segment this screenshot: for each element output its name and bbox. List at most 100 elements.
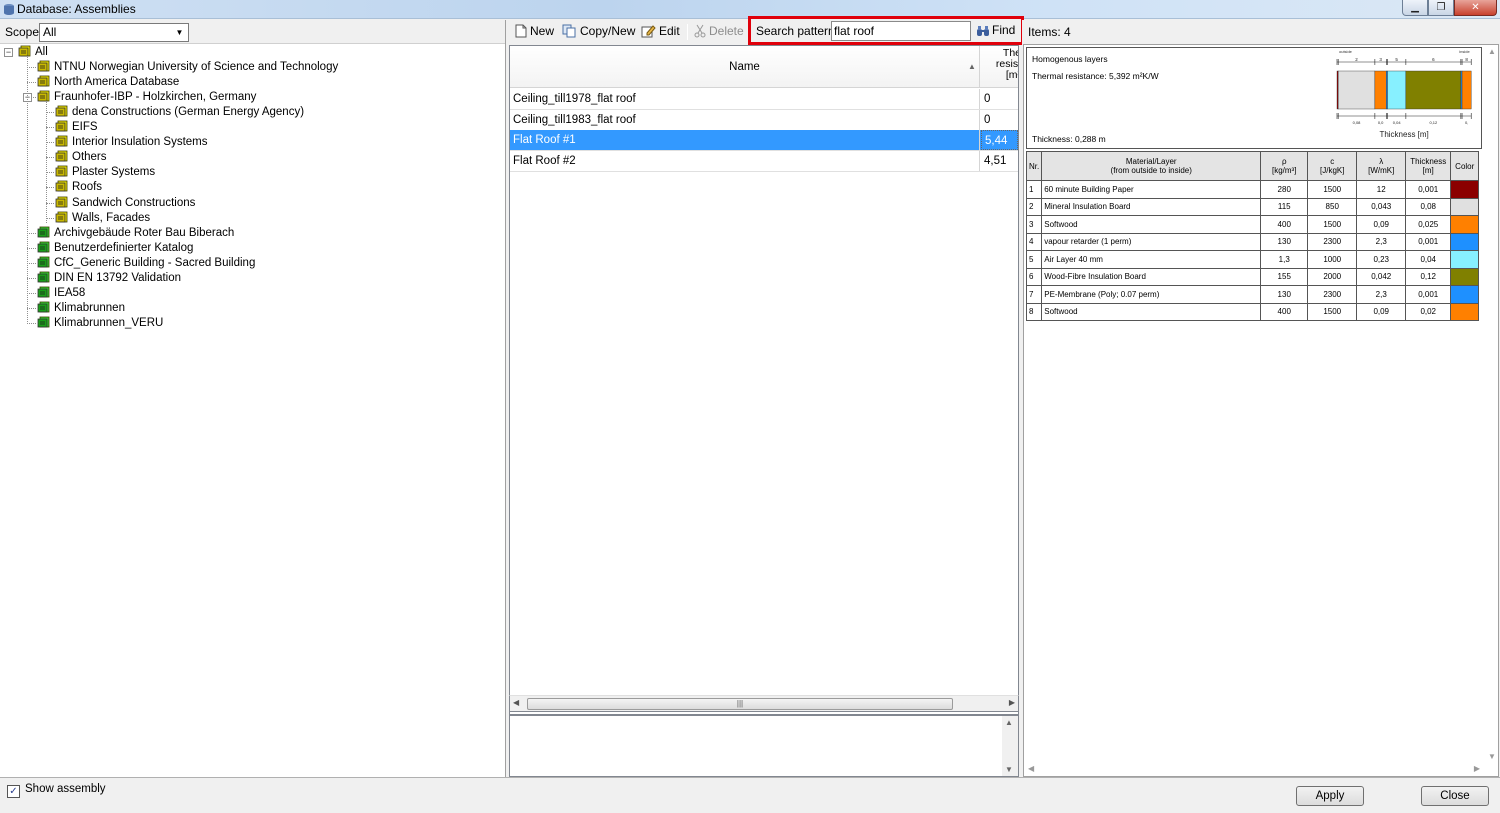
layer-number: 1 xyxy=(1025,180,1043,199)
tree-item[interactable]: EIFS xyxy=(55,120,98,135)
layer-conductivity: 0,09 xyxy=(1356,215,1407,234)
tree-connector xyxy=(46,202,54,204)
delete-button[interactable]: Delete xyxy=(694,23,744,41)
table-row[interactable]: Ceiling_till1978_flat roof 0 xyxy=(510,89,1018,110)
description-field[interactable]: ▲ ▼ xyxy=(509,715,1019,777)
table-row[interactable]: Flat Roof #1 5,44 xyxy=(510,130,1018,152)
close-window-button[interactable]: ✕ xyxy=(1454,0,1497,16)
close-button[interactable]: Close xyxy=(1421,786,1489,806)
layer-row[interactable]: 2 Mineral Insulation Board 115 850 0,043 0,08 xyxy=(1025,197,1480,216)
tree-item[interactable]: Plaster Systems xyxy=(55,165,155,180)
find-button[interactable]: Find xyxy=(976,23,1015,37)
layer-row[interactable]: 8 Softwood 400 1500 0,09 0,02 xyxy=(1025,302,1480,321)
scope-dropdown[interactable]: All ▼ xyxy=(39,23,189,42)
col-thickness: Thickness [m] xyxy=(1405,151,1452,181)
minimize-button[interactable]: ▁ xyxy=(1402,0,1428,16)
collapse-icon[interactable]: − xyxy=(4,48,13,57)
assembly-name: Ceiling_till1983_flat roof xyxy=(510,109,980,130)
tree-item[interactable]: Walls, Facades xyxy=(55,211,150,226)
scroll-left-icon[interactable]: ◀ xyxy=(1028,764,1034,773)
tree-item[interactable]: IEA58 xyxy=(37,286,85,301)
horizontal-scrollbar[interactable]: ◀ ||| ▶ xyxy=(509,695,1019,712)
preview-horizontal-scrollbar[interactable]: ◀ ▶ xyxy=(1024,763,1484,777)
layer-thickness: 0,001 xyxy=(1405,285,1452,304)
tree-item-label: DIN EN 13792 Validation xyxy=(54,271,181,284)
thermal-resistance-value: 4,51 xyxy=(984,155,1007,168)
vertical-scrollbar[interactable]: ▲ ▼ xyxy=(1002,716,1018,776)
window-title: Database: Assemblies xyxy=(17,2,136,16)
search-input[interactable]: flat roof xyxy=(831,21,971,41)
copy-new-button[interactable]: Copy/New xyxy=(562,23,635,41)
toolbar: New Copy/New Edit Delete Search pattern … xyxy=(507,16,1024,45)
database-tree[interactable]: All − NTNU Norwegian University of Science… xyxy=(0,44,505,777)
layer-row[interactable]: 7 PE-Membrane (Poly; 0.07 perm) 130 2300 2,3… xyxy=(1025,285,1480,304)
tree-item[interactable]: Benutzerdefinierter Katalog xyxy=(37,241,193,256)
layer-row[interactable]: 6 Wood-Fibre Insulation Board 155 2000 0,042… xyxy=(1025,267,1480,286)
col-heat-capacity: c [J/kgK] xyxy=(1307,151,1358,181)
table-row[interactable]: Ceiling_till1983_flat roof 0 xyxy=(510,109,1018,131)
search-highlight-box: Search pattern flat roof Find xyxy=(748,16,1024,45)
col-nr: Nr. xyxy=(1025,151,1043,181)
green-database-icon xyxy=(37,256,50,268)
new-document-icon xyxy=(515,24,527,38)
outside-label: outside xyxy=(1339,49,1353,54)
preview-vertical-scrollbar[interactable]: ▲ ▼ xyxy=(1485,45,1499,765)
edit-button[interactable]: Edit xyxy=(641,23,680,41)
tree-item[interactable]: North America Database xyxy=(37,75,179,90)
tree-item-label: Benutzerdefinierter Katalog xyxy=(54,241,194,254)
tree-connector xyxy=(46,112,54,114)
column-header-name[interactable]: Name xyxy=(510,46,980,88)
tree-item[interactable]: Interior Insulation Systems xyxy=(55,135,208,150)
layer-thickness-label: 0,08 xyxy=(1353,120,1362,125)
tree-item[interactable]: Roofs xyxy=(55,180,102,195)
tree-root-all[interactable]: All xyxy=(18,45,48,60)
yellow-database-icon xyxy=(37,75,50,87)
green-database-icon xyxy=(37,241,50,253)
table-row[interactable]: Flat Roof #2 4,51 xyxy=(510,151,1018,173)
scrollbar-thumb[interactable]: ||| xyxy=(527,698,953,710)
layer-heat-capacity: 1500 xyxy=(1307,302,1358,321)
scroll-left-icon[interactable]: ◀ xyxy=(513,698,519,707)
tree-item[interactable]: Others xyxy=(55,150,107,165)
scroll-up-icon[interactable]: ▲ xyxy=(1005,718,1013,727)
tree-item[interactable]: CfC_Generic Building - Sacred Building xyxy=(37,256,255,271)
layer-heat-capacity: 2000 xyxy=(1307,267,1358,286)
tree-item-label: NTNU Norwegian University of Science and… xyxy=(54,61,339,74)
tree-item[interactable]: Sandwich Constructions xyxy=(55,196,195,211)
tree-item[interactable]: dena Constructions (German Energy Agency… xyxy=(55,105,304,120)
new-button[interactable]: New xyxy=(515,23,554,41)
green-database-icon xyxy=(37,301,50,313)
layer-material: PE-Membrane (Poly; 0.07 perm) xyxy=(1041,285,1262,304)
scroll-down-icon[interactable]: ▼ xyxy=(1488,752,1496,761)
scroll-right-icon[interactable]: ▶ xyxy=(1009,698,1015,707)
scroll-up-icon[interactable]: ▲ xyxy=(1488,47,1496,56)
scroll-right-icon[interactable]: ▶ xyxy=(1474,764,1480,773)
tree-item-label: All xyxy=(35,46,48,58)
layer-row[interactable]: 1 60 minute Building Paper 280 1500 12 0,001 xyxy=(1025,180,1480,199)
binoculars-icon xyxy=(977,26,989,36)
layer-row[interactable]: 3 Softwood 400 1500 0,09 0,025 xyxy=(1025,215,1480,234)
tree-item[interactable]: NTNU Norwegian University of Science and… xyxy=(37,60,338,75)
assembly-grid: Name ▲ The resist [m² Ceiling_till1978_f… xyxy=(509,45,1019,715)
tree-item[interactable]: Klimabrunnen_VERU xyxy=(37,316,163,331)
toolbar-separator xyxy=(687,24,688,40)
show-assembly-checkbox[interactable]: ✓ Show assembly xyxy=(7,783,106,798)
layer-row[interactable]: 4 vapour retarder (1 perm) 130 2300 2,3 0,001 xyxy=(1025,232,1480,251)
column-header-thermal-resistance[interactable]: The resist [m² xyxy=(981,48,1018,81)
search-pattern-label: Search pattern xyxy=(756,24,835,38)
axis-label: Thickness [m] xyxy=(1379,130,1428,139)
maximize-button[interactable]: ❐ xyxy=(1428,0,1454,16)
apply-button[interactable]: Apply xyxy=(1296,786,1364,806)
tree-item[interactable]: DIN EN 13792 Validation xyxy=(37,271,181,286)
tree-item[interactable]: Fraunhofer-IBP - Holzkirchen, Germany xyxy=(37,90,256,105)
layer-thickness-label: 0,04 xyxy=(1393,120,1402,125)
layer-row[interactable]: 5 Air Layer 40 mm 1,3 1000 0,23 0,04 xyxy=(1025,250,1480,269)
col-material: Material/Layer (from outside to inside) xyxy=(1041,151,1262,181)
layer-number: 8 xyxy=(1025,302,1043,321)
tree-item[interactable]: Archivgebäude Roter Bau Biberach xyxy=(37,226,234,241)
layer-color-swatch xyxy=(1450,285,1480,304)
copy-icon xyxy=(562,24,576,38)
layer-band xyxy=(1374,70,1387,110)
scroll-down-icon[interactable]: ▼ xyxy=(1005,765,1013,774)
tree-item[interactable]: Klimabrunnen xyxy=(37,301,125,316)
